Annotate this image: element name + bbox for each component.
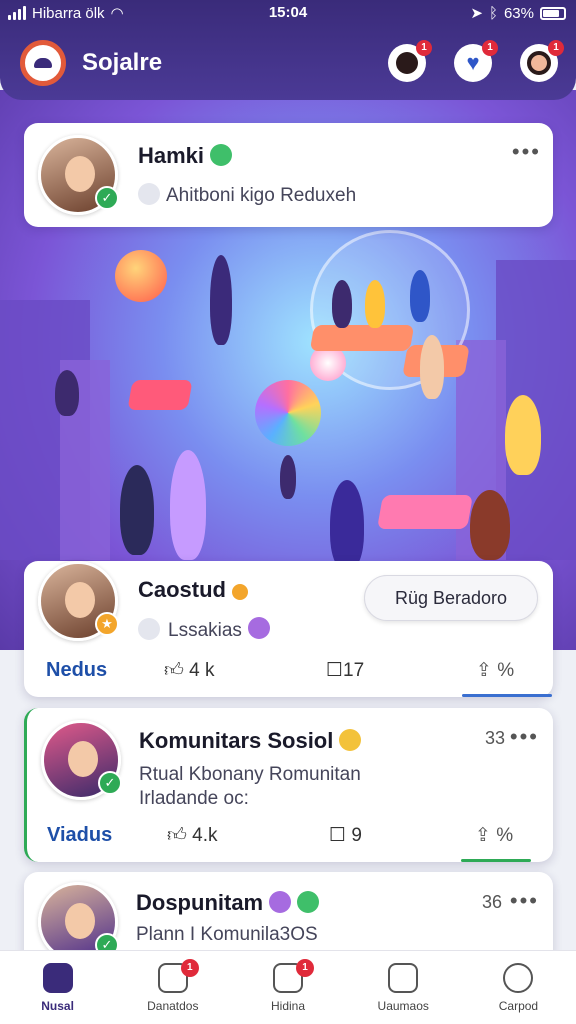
- like-button[interactable]: 👍︎ 4.k: [167, 824, 218, 847]
- thumbs-up-icon: 👍︎: [164, 660, 184, 681]
- profile-subtitle: Ahitboni kigo Reduxeh: [138, 183, 356, 207]
- more-options-icon[interactable]: •••: [510, 888, 539, 914]
- share-button[interactable]: ⇪ %: [475, 824, 513, 847]
- notification-badge: 1: [296, 959, 314, 977]
- post-subtitle-line2: Irladande oc:: [139, 788, 249, 809]
- battery-percent: 63%: [503, 4, 534, 22]
- post-subtitle: Plann I Komunila3OS: [136, 924, 318, 945]
- post-link[interactable]: Nedus: [46, 659, 107, 682]
- app-bar: Sojalre 1 ♥ 1 1: [20, 38, 564, 88]
- nav-item-home[interactable]: Nusal: [0, 951, 115, 1024]
- location-icon: ➤: [470, 5, 483, 22]
- profile-card[interactable]: ✓ Hamki Ahitboni kigo Reduxeh •••: [24, 123, 553, 227]
- more-options-icon[interactable]: •••: [510, 724, 539, 750]
- thumbs-up-icon: 👍︎: [167, 825, 187, 846]
- app-logo-icon[interactable]: [20, 40, 66, 86]
- gem-icon: [247, 617, 270, 639]
- verified-check-icon: ✓: [95, 186, 119, 210]
- notification-badge: 1: [548, 40, 564, 56]
- status-bar: Hibarra ölk ◠ 15:04 ➤ ᛒ 63%: [0, 4, 576, 24]
- like-button[interactable]: 👍︎ 4 k: [164, 659, 215, 682]
- nav-label: Hidina: [270, 999, 306, 1013]
- avatar[interactable]: ✓: [41, 720, 122, 800]
- nav-item-danatdos[interactable]: 1 Danatdos: [115, 951, 230, 1024]
- home-icon: [42, 963, 73, 993]
- action-button[interactable]: Rüg Beradoro: [364, 575, 538, 621]
- info-icon: [138, 183, 160, 205]
- smile-box-icon: [388, 963, 419, 993]
- comment-icon: ☐: [326, 660, 344, 681]
- comment-button[interactable]: ☐17: [326, 659, 364, 682]
- nav-item-uaumaos[interactable]: Uaumaos: [346, 951, 461, 1024]
- post-link[interactable]: Viadus: [47, 824, 112, 847]
- nav-item-hidina[interactable]: 1 Hidina: [230, 951, 345, 1024]
- avatar[interactable]: ★: [38, 561, 119, 641]
- profile-name: Hamki: [138, 143, 233, 169]
- nav-label: Danatdos: [147, 999, 199, 1013]
- top-bar: Hibarra ölk ◠ 15:04 ➤ ᛒ 63% Sojalre 1 ♥ …: [0, 0, 576, 100]
- share-button[interactable]: ⇪ %: [476, 659, 514, 682]
- comment-button[interactable]: ☐ 9: [329, 824, 362, 847]
- tab-indicator: [462, 694, 552, 697]
- person-icon: [503, 963, 534, 993]
- avatar[interactable]: ✓: [38, 135, 119, 215]
- nav-label: Nusal: [41, 999, 74, 1013]
- leaf-icon: [297, 891, 320, 913]
- post-count: 36: [482, 892, 503, 912]
- star-icon: [269, 891, 292, 913]
- post-author: Dospunitam: [136, 890, 320, 916]
- leaf-icon: [210, 144, 233, 166]
- nav-item-carpod[interactable]: Carpod: [461, 951, 576, 1024]
- nav-label: Carpod: [498, 999, 539, 1013]
- app-title: Sojalre: [82, 49, 163, 76]
- post-subtitle: Lssakias: [138, 617, 270, 642]
- post-count: 33: [485, 728, 506, 748]
- notification-badge: 1: [180, 959, 199, 977]
- user-avatar-icon[interactable]: 1: [388, 40, 432, 82]
- star-badge-icon: ★: [95, 612, 119, 636]
- post-author: Komunitars Sosiol: [139, 728, 362, 754]
- bottom-navigation: Nusal 1 Danatdos 1 Hidina Uaumaos Carpod: [0, 950, 576, 1024]
- verified-check-icon: ✓: [98, 771, 122, 795]
- heart-shield-icon[interactable]: ♥ 1: [454, 40, 498, 82]
- more-options-icon[interactable]: •••: [512, 139, 541, 165]
- battery-icon: [540, 6, 566, 20]
- notification-badge: 1: [416, 40, 432, 56]
- nav-label: Uaumaos: [377, 999, 429, 1013]
- bluetooth-icon: ᛒ: [488, 4, 498, 22]
- medal-icon: [339, 729, 362, 751]
- share-icon: ⇪: [475, 825, 491, 846]
- fire-icon: [232, 584, 248, 600]
- post-card[interactable]: ★ Caostud Lssakias Rüg Beradoro Nedus 👍︎…: [24, 561, 553, 697]
- profile-avatar-icon[interactable]: 1: [520, 40, 564, 82]
- clock-icon: [138, 618, 160, 640]
- post-card[interactable]: ✓ Komunitars Sosiol 33 ••• Rtual Kbonany…: [24, 708, 553, 862]
- post-subtitle-line1: Rtual Kbonany Romunitan: [139, 764, 361, 785]
- share-icon: ⇪: [476, 660, 492, 681]
- post-author: Caostud: [138, 577, 248, 603]
- notification-badge: 1: [482, 40, 498, 56]
- comment-icon: ☐: [329, 825, 347, 846]
- tab-indicator: [461, 859, 531, 862]
